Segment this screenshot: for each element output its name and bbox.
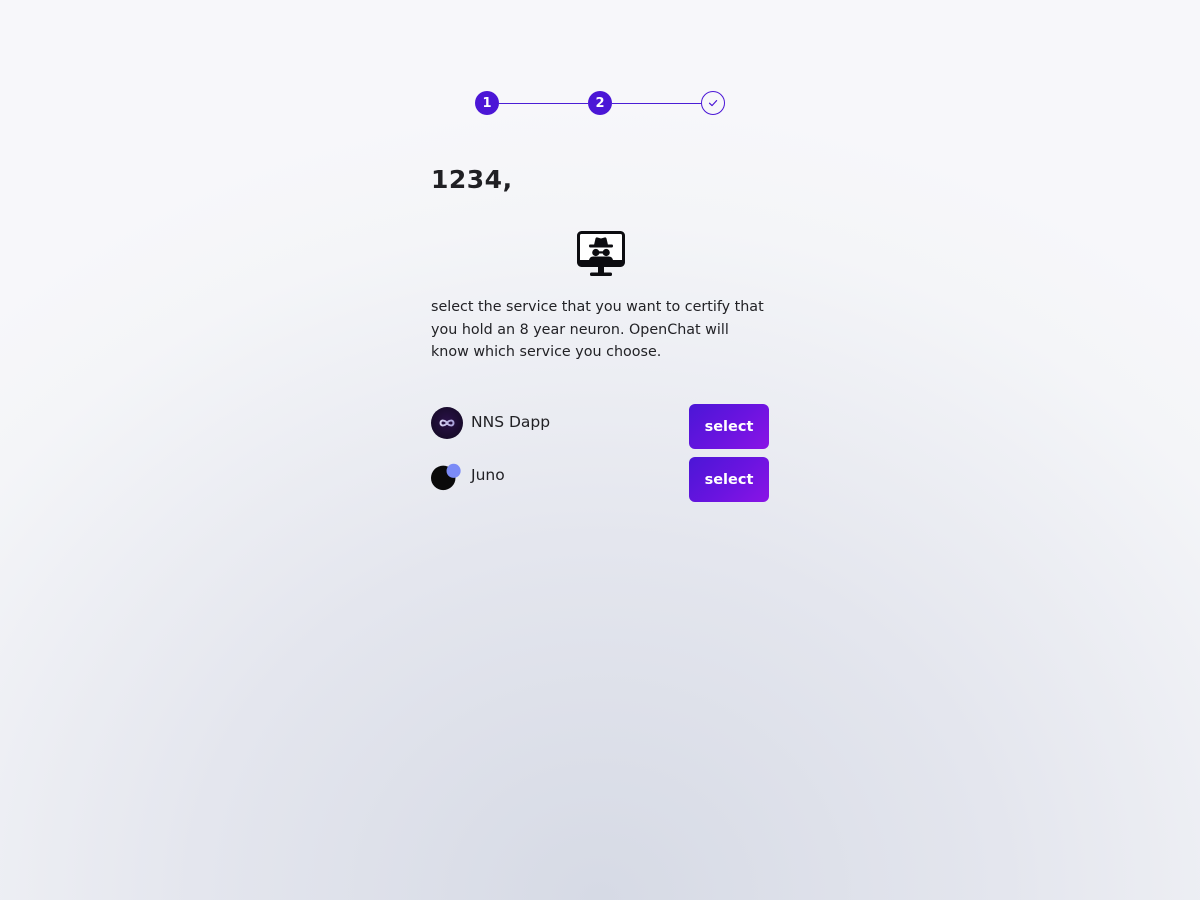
provider-name: Juno: [471, 466, 505, 484]
provider-row-nns-dapp: NNS Dapp select: [431, 404, 769, 450]
provider-row-juno: Juno select: [431, 457, 769, 503]
incognito-monitor-icon: [577, 231, 625, 276]
certify-panel: 1234, select the service that you want t…: [431, 160, 771, 502]
greeting-title: 1234,: [431, 165, 513, 194]
instruction-text: select the service that you want to cert…: [431, 299, 764, 360]
nns-infinity-logo-icon: [431, 407, 463, 439]
juno-logo-icon: [431, 463, 461, 491]
check-icon: [708, 100, 718, 107]
step-3-final: [701, 91, 725, 115]
stepper-connector: [499, 102, 588, 104]
provider-name: NNS Dapp: [471, 413, 551, 431]
stepper-connector: [612, 102, 701, 104]
step-2: 2: [588, 91, 612, 115]
select-nns-dapp-button[interactable]: select: [689, 404, 769, 449]
progress-stepper: 1 2: [475, 91, 725, 115]
select-juno-button[interactable]: select: [689, 457, 769, 502]
step-1: 1: [475, 91, 499, 115]
